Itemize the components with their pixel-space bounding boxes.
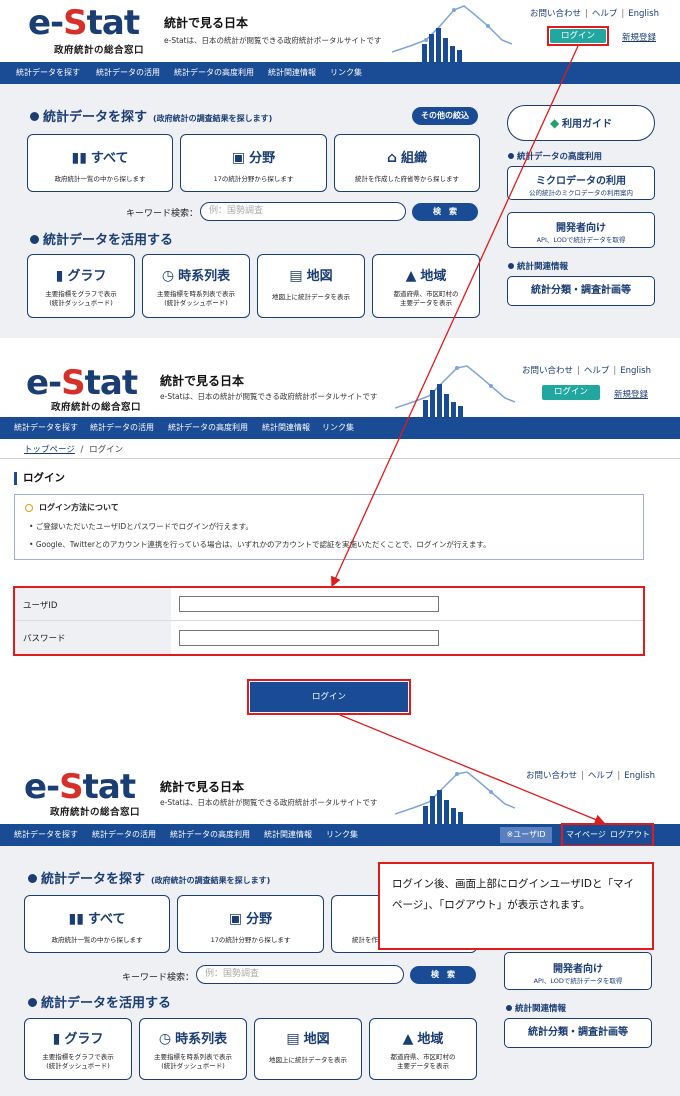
- annotation-arrows: [331, 45, 606, 825]
- arrow-submit-to-mypage: [339, 714, 606, 825]
- arrow-login-to-form: [331, 45, 579, 588]
